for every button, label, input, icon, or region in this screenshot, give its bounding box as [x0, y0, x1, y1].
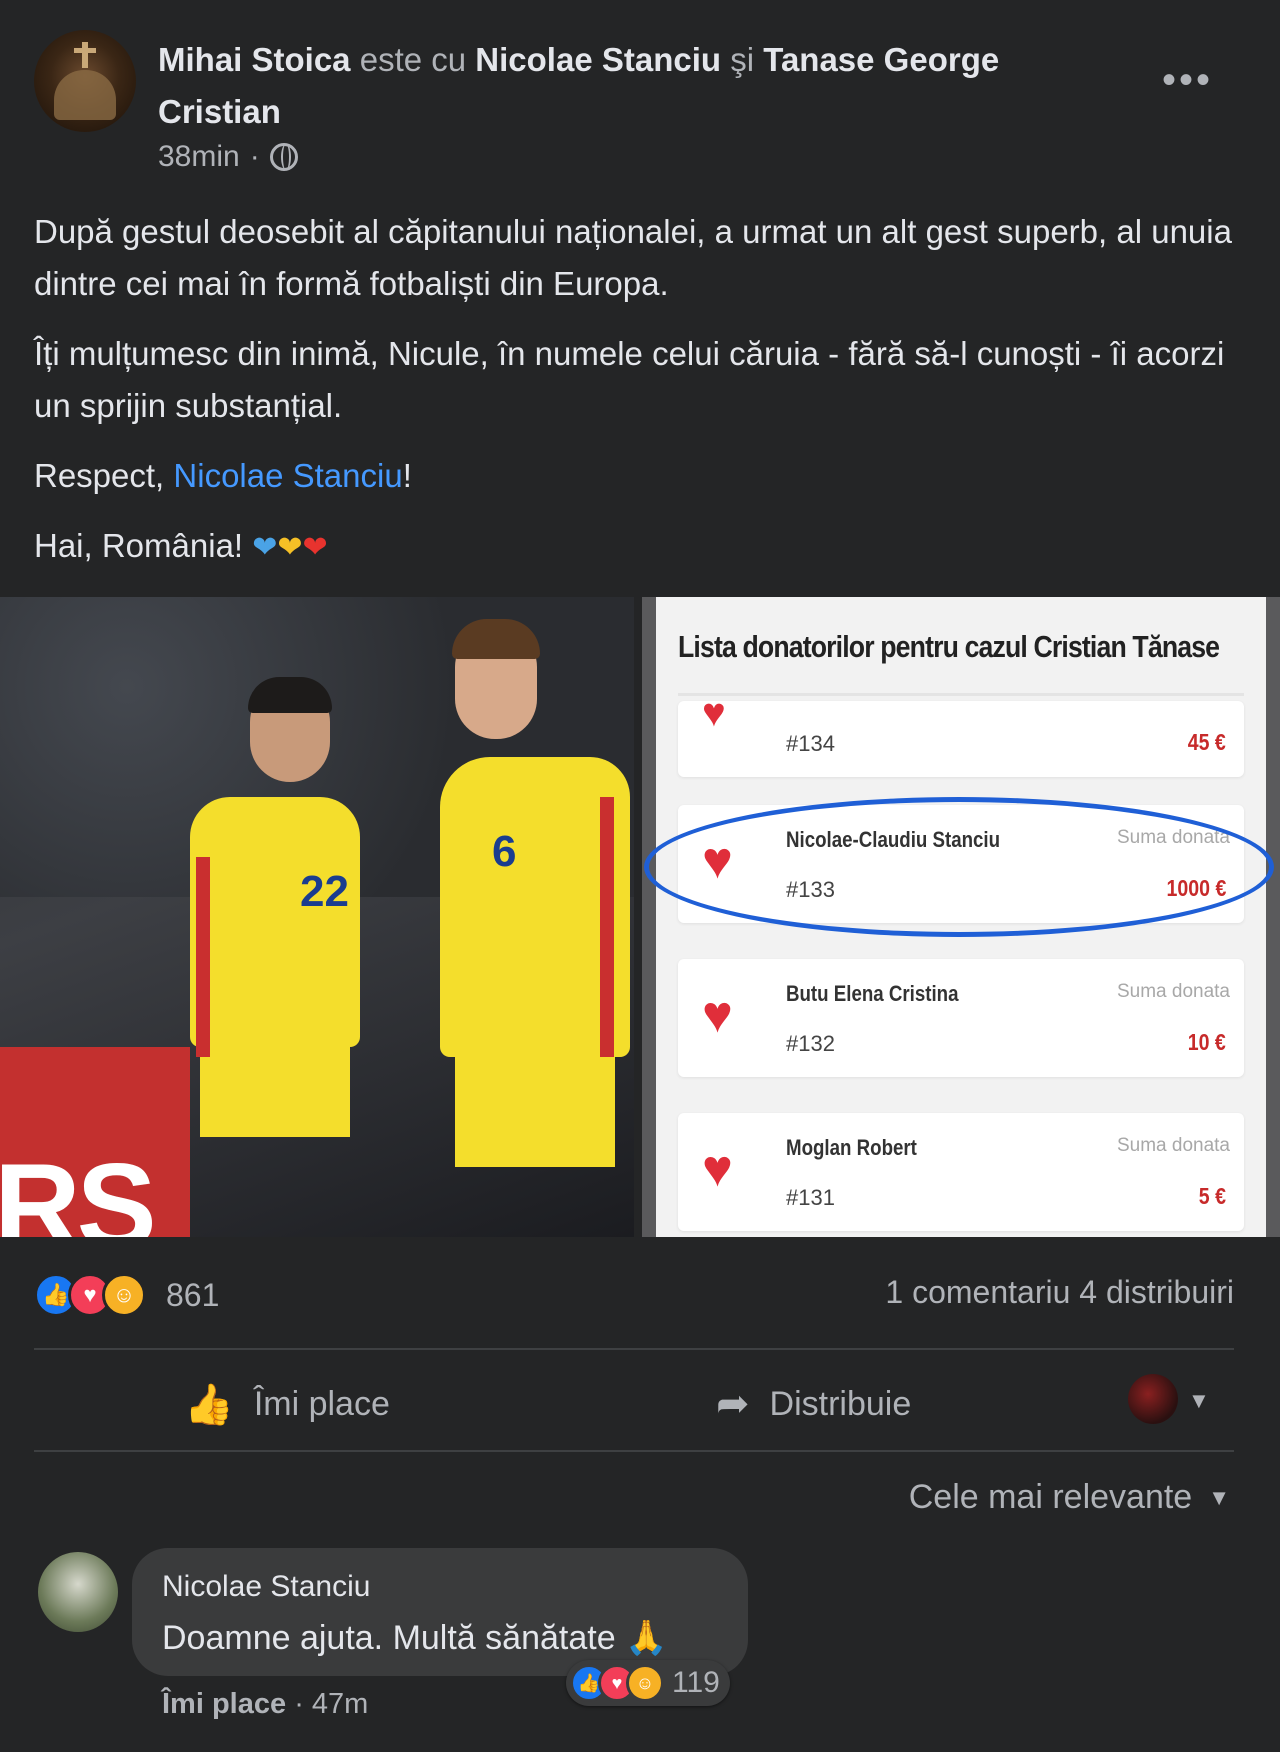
title-rule: [678, 693, 1244, 696]
comment-sort-dropdown[interactable]: Cele mai relevante ▼: [909, 1478, 1230, 1517]
comment-reactions[interactable]: 👍 ♥ ☺ 119: [566, 1660, 730, 1706]
praying-hands-icon: 🙏: [625, 1619, 668, 1657]
globe-icon[interactable]: [269, 143, 298, 171]
comment-body: Doamne ajuta. Multă sănătate: [162, 1619, 616, 1657]
comment-text: Doamne ajuta. Multă sănătate 🙏: [162, 1618, 667, 1658]
sum-label: Suma donata: [1116, 981, 1230, 1002]
comment-like-button[interactable]: Îmi place: [162, 1688, 286, 1720]
share-arrow-icon: ➦: [716, 1382, 750, 1426]
player-left-stripe: [196, 857, 210, 1057]
blue-heart-icon: ❤: [252, 531, 278, 564]
comment-time-link[interactable]: 47m: [312, 1688, 368, 1720]
comment-actions: Îmi place · 47m: [162, 1688, 368, 1721]
yellow-heart-icon: ❤: [277, 531, 303, 564]
page-selector-avatar[interactable]: [1128, 1374, 1178, 1424]
shares-count-link[interactable]: 4 distribuiri: [1079, 1274, 1234, 1310]
post-paragraph-4: Hai, România! ❤❤❤: [34, 520, 1249, 574]
donation-sum: 45 €: [1187, 729, 1226, 755]
player-left-shorts: [200, 1027, 350, 1137]
author-name-link[interactable]: Mihai Stoica: [158, 41, 351, 78]
comments-count-link[interactable]: 1 comentariu: [885, 1274, 1070, 1310]
donation-card: ♥ Butu Elena Cristina #132 Suma donata 1…: [678, 959, 1244, 1077]
donation-card: ♥ Moglan Robert #131 Suma donata 5 €: [678, 1113, 1244, 1231]
comment-reaction-count: 119: [672, 1666, 720, 1699]
divider: [34, 1450, 1234, 1452]
with-word: este cu: [359, 41, 467, 78]
like-label: Îmi place: [253, 1384, 390, 1423]
player-right-stripe: [600, 797, 614, 1057]
church-cross-shape: [82, 42, 88, 68]
donation-sum: 5 €: [1198, 1183, 1226, 1209]
banner-text: RS: [0, 1139, 157, 1237]
post-meta: 38min ·: [158, 140, 298, 174]
church-dome-shape: [54, 70, 116, 120]
donation-id: #132: [786, 1031, 835, 1056]
author-avatar[interactable]: [34, 30, 136, 132]
donation-sum: 10 €: [1187, 1029, 1226, 1055]
red-heart-icon: ❤: [302, 531, 328, 564]
donation-card: ♥ #134 45 €: [678, 693, 1244, 777]
donation-id: #134: [786, 731, 835, 756]
player-left-shirt: [190, 797, 360, 1047]
para3-text: Respect,: [34, 457, 174, 494]
chevron-down-icon[interactable]: ▼: [1188, 1388, 1210, 1414]
and-word: şi: [730, 41, 755, 78]
heart-icon: ♥: [702, 1140, 733, 1198]
donors-screenshot[interactable]: Lista donatorilor pentru cazul Cristian …: [642, 597, 1280, 1237]
comment-separator: ·: [294, 1688, 304, 1720]
heart-icon: ♥: [702, 691, 726, 735]
reactions-summary[interactable]: 👍 ♥ ☺ 861: [34, 1270, 219, 1320]
comment-bubble: Nicolae Stanciu Doamne ajuta. Multă sănă…: [132, 1548, 748, 1676]
post-paragraph-2: Îți mulțumesc din inimă, Nicule, în nume…: [34, 335, 1225, 424]
post-paragraph-3: Respect, Nicolae Stanciu!: [34, 450, 1249, 502]
tagged-user-1-link[interactable]: Nicolae Stanciu: [475, 41, 721, 78]
thumbs-up-icon: 👍: [184, 1382, 234, 1427]
care-reaction-icon: ☺: [102, 1273, 146, 1317]
image-divider: [634, 597, 642, 1237]
post-text: După gestul deosebit al căpitanului nați…: [34, 206, 1249, 592]
post-paragraph-1: După gestul deosebit al căpitanului nați…: [34, 213, 1232, 302]
post-card: Mihai Stoica este cu Nicolae Stanciu şi …: [0, 0, 1280, 1752]
share-label: Distribuie: [769, 1384, 912, 1423]
para3-end: !: [402, 457, 412, 494]
church-cross-bar: [74, 48, 96, 53]
reactions-count: 861: [166, 1276, 220, 1313]
sort-label: Cele mai relevante: [908, 1478, 1193, 1516]
commenter-avatar[interactable]: [38, 1552, 118, 1632]
meta-separator: ·: [249, 140, 260, 173]
heart-icon: ♥: [702, 986, 733, 1044]
engagement-stats: 1 comentariu 4 distribuiri: [885, 1274, 1234, 1311]
share-button[interactable]: ➦ Distribuie: [716, 1376, 911, 1432]
hearts-emoji: ❤❤❤: [252, 531, 327, 564]
like-button[interactable]: 👍 Îmi place: [184, 1376, 390, 1432]
blue-circle-highlight: [644, 797, 1274, 937]
player-right-number: 6: [492, 827, 517, 876]
more-options-button[interactable]: •••: [1162, 58, 1213, 103]
care-reaction-icon: ☺: [626, 1664, 664, 1702]
mention-link[interactable]: Nicolae Stanciu: [173, 457, 402, 494]
donor-name: Butu Elena Cristina: [786, 981, 959, 1006]
donation-id: #131: [786, 1185, 835, 1210]
para4-text: Hai, România!: [34, 527, 244, 564]
sum-label: Suma donata: [1116, 1135, 1230, 1156]
player-left-number: 22: [300, 867, 349, 916]
post-time-link[interactable]: 38min: [158, 140, 240, 174]
divider: [34, 1348, 1234, 1350]
donors-list-title: Lista donatorilor pentru cazul Cristian …: [678, 629, 1220, 664]
donor-name: Moglan Robert: [786, 1135, 917, 1160]
post-header: Mihai Stoica este cu Nicolae Stanciu şi …: [158, 34, 1098, 138]
player-right-shorts: [455, 1047, 615, 1167]
commenter-name-link[interactable]: Nicolae Stanciu: [162, 1570, 370, 1604]
chevron-down-icon: ▼: [1208, 1484, 1230, 1510]
players-photo[interactable]: RS 22 6: [0, 597, 634, 1237]
player-left-hair: [248, 677, 332, 713]
